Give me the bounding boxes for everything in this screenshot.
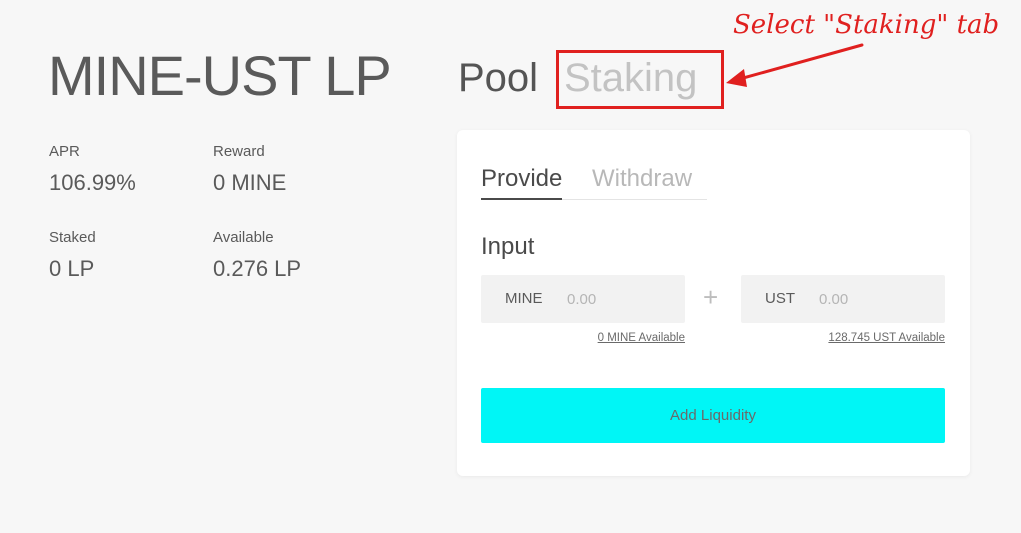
stat-reward-value: 0 MINE [213, 170, 287, 195]
stat-apr: APR 106.99% [49, 143, 136, 195]
page-title: MINE-UST LP [48, 44, 392, 107]
stat-available: Available 0.276 LP [213, 229, 301, 281]
stat-apr-value: 106.99% [49, 170, 136, 195]
mine-field[interactable]: MINE [481, 275, 685, 323]
stat-reward: Reward 0 MINE [213, 143, 286, 195]
stat-reward-label: Reward [213, 143, 265, 160]
stat-staked-value: 0 LP [49, 256, 95, 281]
ust-field[interactable]: UST [741, 275, 945, 323]
annotation-highlight-box [556, 50, 724, 109]
stat-apr-label: APR [49, 143, 80, 160]
card-tabs: Provide Withdraw [481, 164, 707, 200]
plus-icon: + [703, 282, 719, 312]
annotation-arrow-icon [726, 43, 864, 87]
mine-amount-input[interactable] [567, 287, 677, 311]
annotation-text: Select "Staking" tab [733, 10, 1000, 40]
stat-staked: Staked 0 LP [49, 229, 96, 281]
tab-pool[interactable]: Pool [458, 56, 538, 100]
provide-card: Provide Withdraw Input MINE + UST 0 MINE… [457, 130, 970, 476]
tab-provide[interactable]: Provide [481, 164, 563, 200]
ust-available-link[interactable]: 128.745 UST Available [828, 332, 945, 344]
add-liquidity-button[interactable]: Add Liquidity [481, 388, 945, 443]
stat-available-label: Available [213, 229, 274, 246]
ust-token-label: UST [765, 290, 795, 307]
mine-available-link[interactable]: 0 MINE Available [598, 332, 685, 344]
mine-token-label: MINE [505, 290, 543, 307]
page: MINE-UST LP APR 106.99% Reward 0 MINE St… [0, 0, 1021, 533]
tab-withdraw[interactable]: Withdraw [592, 164, 692, 194]
stat-available-value: 0.276 LP [213, 256, 302, 281]
input-heading: Input [481, 233, 535, 260]
stat-staked-label: Staked [49, 229, 96, 246]
ust-amount-input[interactable] [819, 287, 929, 311]
